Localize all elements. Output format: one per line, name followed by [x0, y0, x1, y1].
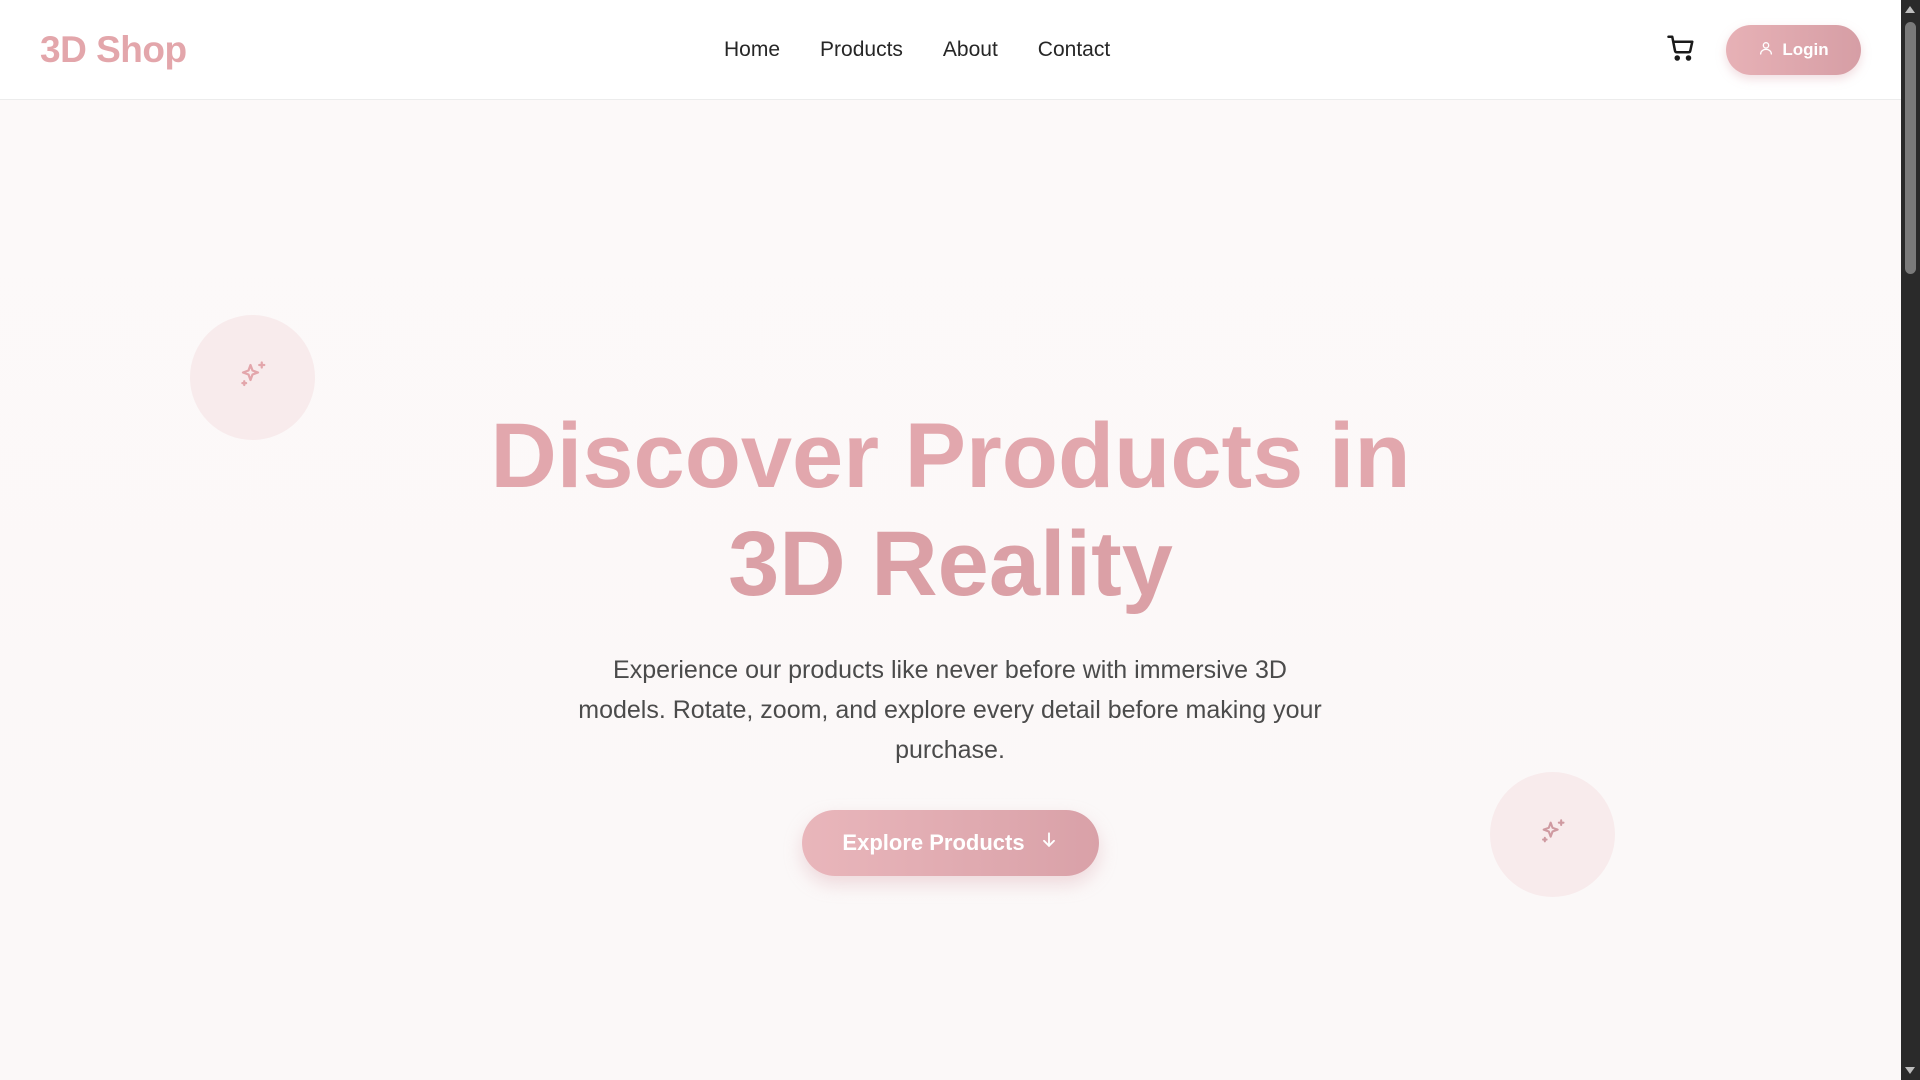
login-button[interactable]: Login — [1726, 25, 1861, 75]
nav-about[interactable]: About — [943, 36, 998, 64]
sparkles-icon — [238, 360, 268, 395]
site-logo[interactable]: 3D Shop — [40, 28, 187, 72]
hero-subtitle: Experience our products like never befor… — [578, 656, 1322, 764]
explore-products-button[interactable]: Explore Products — [802, 810, 1099, 876]
vertical-scrollbar[interactable] — [1901, 0, 1920, 1080]
login-label: Login — [1782, 40, 1829, 59]
scroll-down-arrow-icon[interactable] — [1905, 1067, 1915, 1074]
nav-contact[interactable]: Contact — [1038, 36, 1110, 64]
sparkles-icon — [1539, 818, 1567, 851]
scroll-up-arrow-icon[interactable] — [1905, 6, 1915, 13]
site-header: 3D Shop Home Products About Contact Logi… — [0, 0, 1901, 100]
floating-decoration-right — [1490, 772, 1615, 897]
hero-title: Discover Products in 3D Reality — [0, 402, 1901, 618]
shopping-cart-icon[interactable] — [1666, 33, 1696, 63]
arrow-down-icon — [1039, 830, 1059, 856]
explore-products-label: Explore Products — [842, 830, 1025, 855]
hero-title-line2: 3D Reality — [728, 513, 1173, 615]
nav-home[interactable]: Home — [724, 36, 780, 64]
main-nav: Home Products About Contact — [724, 36, 1150, 64]
nav-products[interactable]: Products — [820, 36, 903, 64]
hero-title-line1: Discover Products in — [490, 405, 1411, 507]
page: 3D Shop Home Products About Contact Logi… — [0, 0, 1901, 1080]
scrollbar-thumb[interactable] — [1905, 22, 1916, 274]
user-icon — [1758, 40, 1774, 61]
